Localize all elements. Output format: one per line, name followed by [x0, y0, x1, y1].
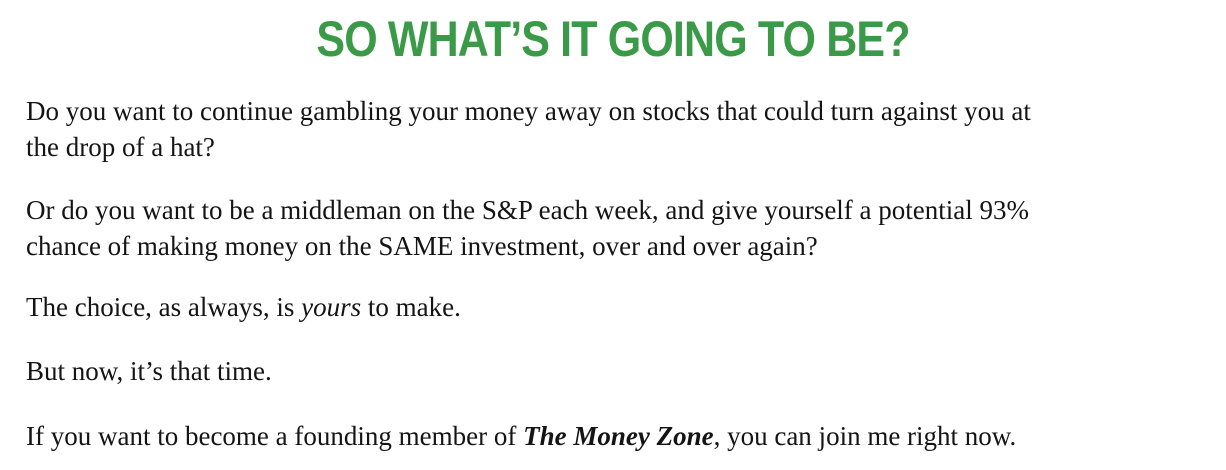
- paragraph-choice: The choice, as always, is yours to make.: [26, 289, 1216, 325]
- paragraph-line: Or do you want to be a middleman on the …: [26, 195, 1029, 225]
- paragraph-gambling-question: Do you want to continue gambling your mo…: [26, 93, 1216, 165]
- choice-text-before: The choice, as always, is: [26, 292, 302, 322]
- paragraph-line: chance of making money on the SAME inves…: [26, 231, 818, 261]
- sales-page: SO WHAT’S IT GOING TO BE? Do you want to…: [0, 0, 1226, 470]
- paragraph-join-call-to-action: If you want to become a founding member …: [26, 418, 1216, 454]
- paragraph-line: the drop of a hat?: [26, 132, 215, 162]
- paragraph-line: Do you want to continue gambling your mo…: [26, 96, 1031, 126]
- paragraph-that-time: But now, it’s that time.: [26, 356, 272, 386]
- paragraph-middleman-question: Or do you want to be a middleman on the …: [26, 192, 1216, 264]
- brand-name: The Money Zone: [523, 421, 714, 451]
- choice-emphasis: yours: [301, 292, 362, 322]
- page-headline: SO WHAT’S IT GOING TO BE?: [316, 11, 910, 67]
- choice-text-after: to make.: [361, 292, 461, 322]
- join-text-before: If you want to become a founding member …: [26, 421, 524, 451]
- join-text-after: , you can join me right now.: [713, 421, 1017, 451]
